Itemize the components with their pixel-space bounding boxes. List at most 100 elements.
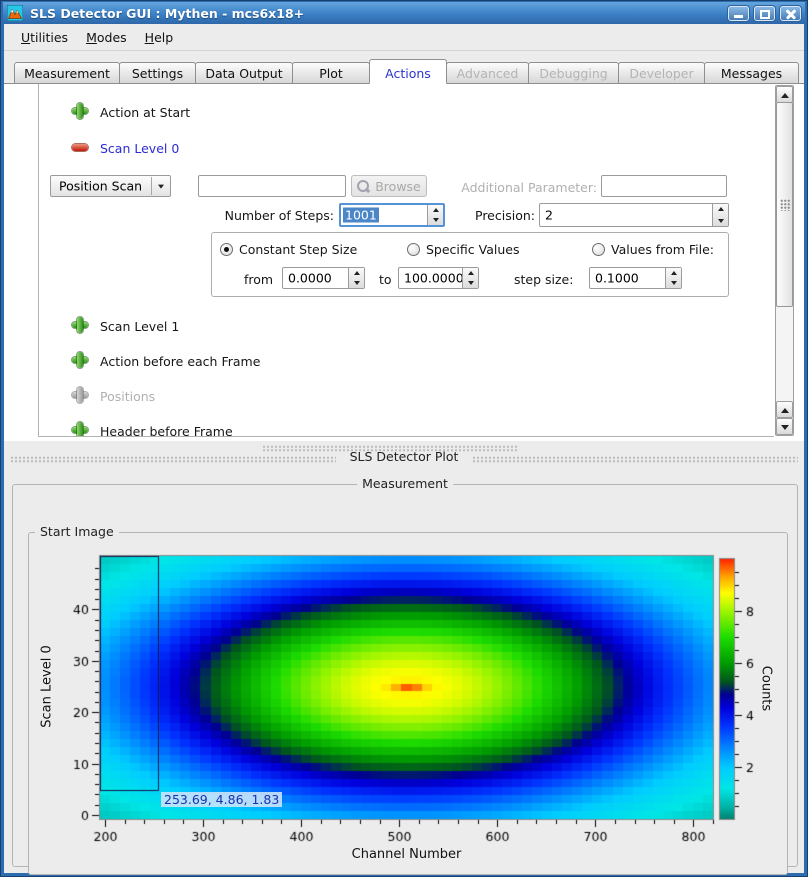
menu-utilities[interactable]: Utilities bbox=[12, 26, 77, 49]
add-icon-disabled bbox=[72, 387, 88, 403]
step-size-label: step size: bbox=[514, 272, 573, 287]
splitter-label: SLS Detector Plot bbox=[4, 449, 804, 464]
plot-tooltip: 253.69, 4.86, 1.83 bbox=[161, 792, 282, 807]
maximize-button[interactable] bbox=[754, 6, 775, 21]
grip-dots-icon bbox=[780, 199, 790, 211]
step-size-value: 0.1000 bbox=[595, 271, 639, 286]
from-label: from bbox=[244, 272, 273, 287]
action-before-each-frame-label[interactable]: Action before each Frame bbox=[100, 354, 260, 369]
tab-advanced: Advanced bbox=[446, 62, 529, 84]
scan-level-0-label[interactable]: Scan Level 0 bbox=[100, 141, 179, 156]
tab-settings[interactable]: Settings bbox=[119, 62, 196, 84]
combo-arrow-segment[interactable] bbox=[151, 177, 170, 195]
number-of-steps-spinbox[interactable]: 1001 bbox=[339, 203, 445, 227]
app-window: SLS Detector GUI : Mythen - mcs6x18+ Uti… bbox=[0, 0, 808, 877]
step-size-spinbox[interactable]: 0.1000 bbox=[589, 267, 682, 289]
browse-button-label: Browse bbox=[375, 179, 421, 194]
client-area: Utilities Modes Help Measurement Setting… bbox=[4, 24, 804, 873]
arrow-up-icon bbox=[781, 93, 789, 98]
to-spinbox[interactable]: 100.0000 bbox=[398, 267, 479, 289]
from-spinbox[interactable]: 0.0000 bbox=[282, 267, 365, 289]
tab-actions[interactable]: Actions bbox=[369, 59, 447, 84]
tab-messages[interactable]: Messages bbox=[704, 62, 799, 84]
spin-buttons[interactable] bbox=[665, 268, 681, 288]
add-icon[interactable] bbox=[72, 352, 88, 368]
scrollbar-thumb[interactable] bbox=[776, 102, 793, 307]
plot-region: Scan Level 0 Channel Number Counts 253.6… bbox=[28, 539, 788, 873]
actions-scroll-area: Action at Start Scan Level 0 Position Sc… bbox=[38, 84, 774, 437]
tab-developer: Developer bbox=[618, 62, 705, 84]
additional-parameter-input[interactable] bbox=[601, 175, 727, 197]
menu-help[interactable]: Help bbox=[136, 26, 183, 49]
tab-bar: Measurement Settings Data Output Plot Ac… bbox=[4, 59, 804, 84]
spin-down-icon bbox=[718, 219, 724, 223]
heatmap-plot-canvas[interactable] bbox=[28, 539, 788, 873]
x-axis-title: Channel Number bbox=[100, 847, 713, 862]
close-button[interactable] bbox=[780, 6, 801, 21]
values-from-file-radio[interactable] bbox=[592, 243, 605, 256]
constant-step-radio[interactable] bbox=[220, 243, 233, 256]
menu-modes[interactable]: Modes bbox=[77, 26, 136, 49]
spin-buttons[interactable] bbox=[348, 268, 364, 288]
to-label: to bbox=[379, 272, 392, 287]
number-of-steps-label: Number of Steps: bbox=[204, 208, 334, 223]
scroll-down-button[interactable] bbox=[776, 418, 793, 435]
app-icon bbox=[7, 5, 23, 21]
add-icon[interactable] bbox=[72, 422, 88, 437]
scrollbar-track[interactable] bbox=[776, 307, 793, 402]
positions-label: Positions bbox=[100, 389, 155, 404]
action-at-start-label[interactable]: Action at Start bbox=[100, 105, 190, 120]
chevron-down-icon bbox=[158, 185, 164, 189]
arrow-up-icon bbox=[781, 408, 789, 413]
spin-up-icon bbox=[433, 208, 439, 212]
browse-button: Browse bbox=[351, 175, 427, 197]
measurement-group-title: Measurement bbox=[357, 476, 453, 491]
scan-script-input[interactable] bbox=[198, 175, 346, 197]
menu-bar: Utilities Modes Help bbox=[4, 24, 804, 51]
add-icon[interactable] bbox=[72, 103, 88, 119]
to-value: 100.0000 bbox=[404, 271, 464, 286]
specific-values-radio[interactable] bbox=[407, 243, 420, 256]
scroll-up-button-2[interactable] bbox=[776, 401, 793, 418]
minimize-button[interactable] bbox=[728, 6, 749, 21]
add-icon[interactable] bbox=[72, 317, 88, 333]
colorbar-title: Counts bbox=[759, 649, 774, 729]
tab-plot[interactable]: Plot bbox=[292, 62, 370, 84]
arrow-down-icon bbox=[781, 425, 789, 430]
splitter-handle[interactable]: SLS Detector Plot bbox=[4, 441, 804, 470]
specific-values-label[interactable]: Specific Values bbox=[426, 242, 519, 257]
step-mode-groupbox: Constant Step Size Specific Values Value… bbox=[211, 232, 729, 297]
constant-step-label[interactable]: Constant Step Size bbox=[239, 242, 357, 257]
scan-mode-value: Position Scan bbox=[59, 179, 142, 194]
tab-debugging: Debugging bbox=[528, 62, 619, 84]
spin-buttons[interactable] bbox=[712, 204, 728, 226]
plot-panel: Measurement Start Image Scan Level 0 Cha… bbox=[4, 470, 804, 873]
header-before-frame-label[interactable]: Header before Frame bbox=[100, 424, 233, 437]
vertical-scrollbar[interactable] bbox=[775, 85, 794, 436]
number-of-steps-value: 1001 bbox=[343, 208, 379, 223]
spin-buttons[interactable] bbox=[462, 268, 478, 288]
precision-spinbox[interactable]: 2 bbox=[539, 203, 729, 227]
scroll-up-button[interactable] bbox=[776, 86, 793, 103]
start-image-group-title: Start Image bbox=[35, 524, 119, 539]
spin-down-icon bbox=[433, 218, 439, 222]
remove-icon[interactable] bbox=[72, 144, 88, 151]
tab-measurement[interactable]: Measurement bbox=[14, 62, 120, 84]
scan-mode-select[interactable]: Position Scan bbox=[50, 175, 171, 197]
y-axis-title: Scan Level 0 bbox=[40, 622, 55, 752]
spin-up-icon bbox=[718, 207, 724, 211]
spin-buttons[interactable] bbox=[427, 205, 443, 225]
tab-data-output[interactable]: Data Output bbox=[195, 62, 293, 84]
actions-tab-page: Action at Start Scan Level 0 Position Sc… bbox=[4, 84, 804, 441]
titlebar[interactable]: SLS Detector GUI : Mythen - mcs6x18+ bbox=[3, 2, 805, 24]
precision-value: 2 bbox=[545, 208, 553, 223]
precision-label: Precision: bbox=[459, 208, 535, 223]
maximize-icon bbox=[760, 10, 770, 19]
magnifier-icon bbox=[357, 180, 370, 193]
minimize-icon bbox=[734, 15, 743, 18]
window-title: SLS Detector GUI : Mythen - mcs6x18+ bbox=[30, 6, 723, 21]
values-from-file-label[interactable]: Values from File: bbox=[611, 242, 714, 257]
additional-parameter-label: Additional Parameter: bbox=[437, 180, 597, 195]
scan-level-1-label[interactable]: Scan Level 1 bbox=[100, 319, 179, 334]
from-value: 0.0000 bbox=[288, 271, 332, 286]
